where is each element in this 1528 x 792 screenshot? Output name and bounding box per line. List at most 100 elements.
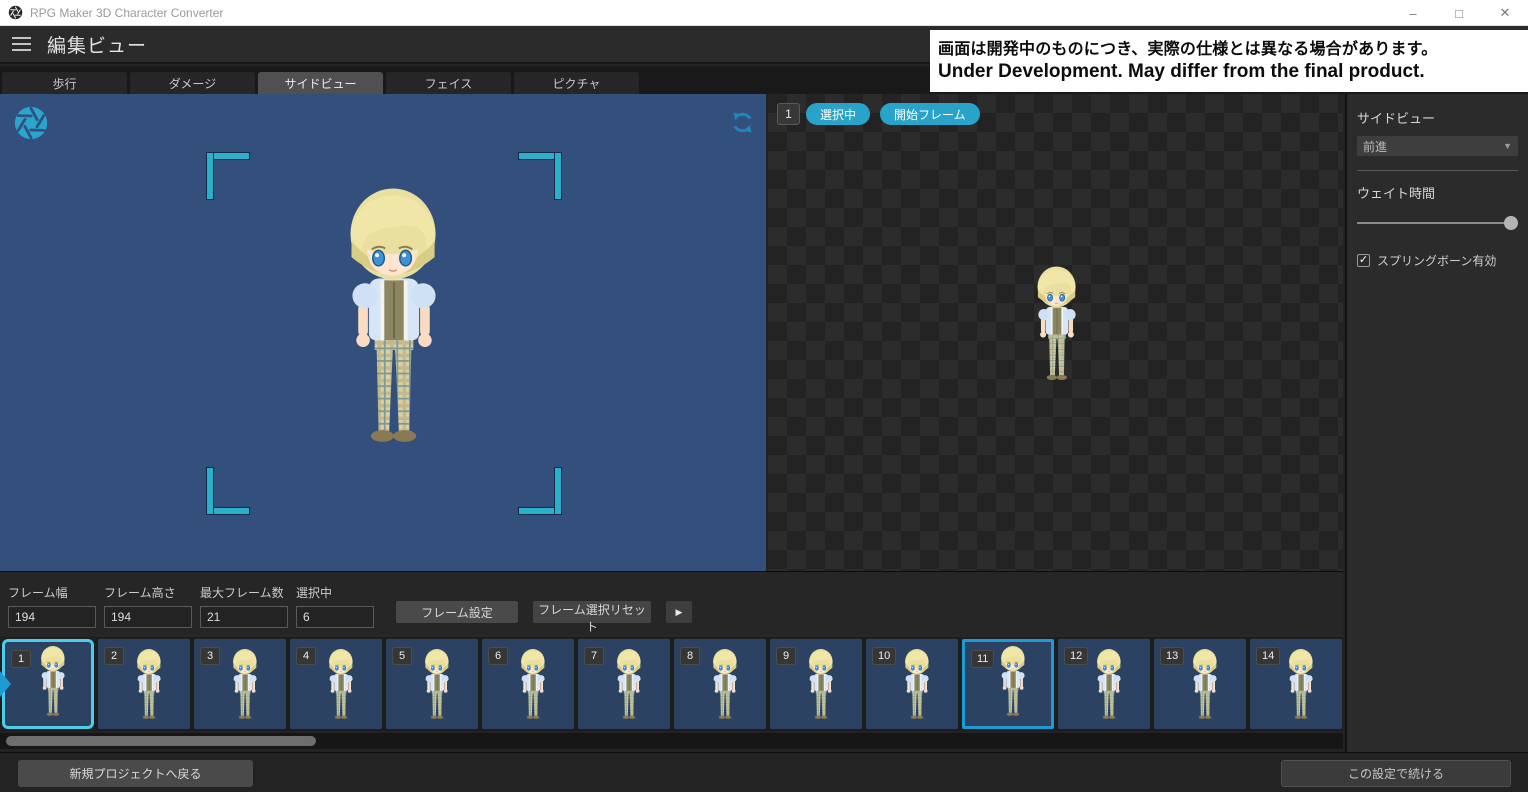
window-title: RPG Maker 3D Character Converter bbox=[30, 6, 223, 20]
frame-number-badge: 2 bbox=[104, 647, 124, 665]
spring-bone-row: ✓ スプリングボーン有効 bbox=[1357, 252, 1518, 269]
frame-tile[interactable]: 1 bbox=[2, 639, 94, 729]
frame-number-badge: 1 bbox=[11, 650, 31, 668]
frame-number-badge: 4 bbox=[296, 647, 316, 665]
frame-tile[interactable]: 3 bbox=[194, 639, 286, 729]
max-frames-field: 最大フレーム数 bbox=[200, 584, 288, 628]
tab-picture[interactable]: ピクチャ bbox=[514, 72, 639, 94]
frame-width-input[interactable] bbox=[8, 606, 96, 628]
filmstrip-scrollbar[interactable] bbox=[0, 733, 1343, 749]
start-frame-button[interactable]: 開始フレーム bbox=[880, 103, 980, 125]
aperture-icon[interactable] bbox=[12, 104, 50, 142]
crop-corner-top-left[interactable] bbox=[206, 152, 250, 200]
frame-selection-reset-button[interactable]: フレーム選択リセット bbox=[533, 601, 651, 623]
frame-number-badge: 5 bbox=[392, 647, 412, 665]
frame-number-badge: 10 bbox=[872, 647, 896, 665]
slider-handle[interactable] bbox=[1504, 216, 1518, 230]
frame-thumbnail-character bbox=[37, 642, 69, 722]
frame-thumbnail-character bbox=[1189, 645, 1221, 725]
frame-tile[interactable]: 11 bbox=[962, 639, 1054, 729]
frame-thumbnail-character bbox=[901, 645, 933, 725]
crop-corner-bottom-left[interactable] bbox=[206, 467, 250, 515]
app-window: RPG Maker 3D Character Converter – □ ✕ 編… bbox=[0, 0, 1528, 792]
frame-tile[interactable]: 6 bbox=[482, 639, 574, 729]
continue-with-settings-button[interactable]: この設定で続ける bbox=[1281, 760, 1511, 787]
frame-number-badge: 14 bbox=[1256, 647, 1280, 665]
spring-bone-label: スプリングボーン有効 bbox=[1377, 252, 1496, 269]
chevron-down-icon: ▼ bbox=[1503, 141, 1512, 151]
frame-thumbnail-character bbox=[1093, 645, 1125, 725]
menu-icon[interactable] bbox=[12, 37, 31, 51]
frame-thumbnail-character bbox=[517, 645, 549, 725]
selected-count-field: 選択中 bbox=[296, 584, 374, 628]
frame-number-badge: 8 bbox=[680, 647, 700, 665]
frame-settings-button[interactable]: フレーム設定 bbox=[396, 601, 518, 623]
wait-time-slider[interactable] bbox=[1357, 216, 1518, 230]
direction-value: 前進 bbox=[1363, 138, 1503, 155]
tab-face[interactable]: フェイス bbox=[386, 72, 511, 94]
frame-number-badge: 13 bbox=[1160, 647, 1184, 665]
frame-tile[interactable]: 10 bbox=[866, 639, 958, 729]
frame-number-badge: 12 bbox=[1064, 647, 1088, 665]
frame-height-input[interactable] bbox=[104, 606, 192, 628]
frame-height-label: フレーム高さ bbox=[104, 584, 192, 601]
frame-height-field: フレーム高さ bbox=[104, 584, 192, 628]
frame-tile[interactable]: 5 bbox=[386, 639, 478, 729]
title-bar: RPG Maker 3D Character Converter – □ ✕ bbox=[0, 0, 1528, 26]
back-to-new-project-button[interactable]: 新規プロジェクトへ戻る bbox=[18, 760, 253, 787]
current-frame-badge: 1 bbox=[777, 103, 800, 125]
frame-thumbnail-character bbox=[613, 645, 645, 725]
development-disclaimer: 画面は開発中のものにつき、実際の仕様とは異なる場合があります。 Under De… bbox=[930, 30, 1528, 92]
spring-bone-checkbox[interactable]: ✓ bbox=[1357, 254, 1370, 267]
direction-dropdown[interactable]: 前進 ▼ bbox=[1357, 136, 1518, 156]
minimize-button[interactable]: – bbox=[1390, 0, 1436, 26]
frame-number-badge: 3 bbox=[200, 647, 220, 665]
crop-corner-bottom-right[interactable] bbox=[518, 467, 562, 515]
frame-tile[interactable]: 4 bbox=[290, 639, 382, 729]
selected-state-button[interactable]: 選択中 bbox=[806, 103, 870, 125]
max-frames-input[interactable] bbox=[200, 606, 288, 628]
frame-number-badge: 6 bbox=[488, 647, 508, 665]
rotate-view-icon[interactable] bbox=[730, 110, 755, 135]
frame-tile[interactable]: 12 bbox=[1058, 639, 1150, 729]
page-title: 編集ビュー bbox=[47, 31, 147, 58]
window-controls: – □ ✕ bbox=[1390, 0, 1528, 26]
character-viewport[interactable] bbox=[0, 94, 766, 571]
frame-tile[interactable]: 7 bbox=[578, 639, 670, 729]
app-logo-icon bbox=[8, 5, 23, 20]
filmstrip: 1 2 3 4 5 bbox=[0, 637, 1343, 731]
frame-tile[interactable]: 2 bbox=[98, 639, 190, 729]
max-frames-label: 最大フレーム数 bbox=[200, 584, 288, 601]
tab-damage[interactable]: ダメージ bbox=[130, 72, 255, 94]
frame-thumbnail-character bbox=[997, 642, 1029, 722]
frame-controls-bar: フレーム幅 フレーム高さ 最大フレーム数 選択中 フレーム設定 フレーム選択リセ… bbox=[0, 571, 1343, 637]
frame-thumbnail-character bbox=[133, 645, 165, 725]
frame-tile[interactable]: 9 bbox=[770, 639, 862, 729]
frame-thumbnail-character bbox=[1285, 645, 1317, 725]
frame-tile[interactable]: 8 bbox=[674, 639, 766, 729]
frame-number-badge: 7 bbox=[584, 647, 604, 665]
play-button[interactable]: ▶ bbox=[666, 601, 692, 623]
frame-thumbnail-character bbox=[421, 645, 453, 725]
crop-corner-top-right[interactable] bbox=[518, 152, 562, 200]
maximize-button[interactable]: □ bbox=[1436, 0, 1482, 26]
side-view-section-label: サイドビュー bbox=[1357, 108, 1518, 127]
frame-width-field: フレーム幅 bbox=[8, 584, 96, 628]
settings-sidebar: サイドビュー 前進 ▼ ウェイト時間 ✓ スプリングボーン有効 bbox=[1345, 94, 1528, 752]
selected-count-label: 選択中 bbox=[296, 584, 374, 601]
sprite-preview-character bbox=[1031, 260, 1083, 390]
tab-walk[interactable]: 歩行 bbox=[2, 72, 127, 94]
scrollbar-thumb[interactable] bbox=[6, 736, 316, 746]
frame-tile[interactable]: 13 bbox=[1154, 639, 1246, 729]
frame-thumbnail-character bbox=[709, 645, 741, 725]
selected-count-input[interactable] bbox=[296, 606, 374, 628]
frame-width-label: フレーム幅 bbox=[8, 584, 96, 601]
frame-number-badge: 9 bbox=[776, 647, 796, 665]
frame-tile[interactable]: 14 bbox=[1250, 639, 1342, 729]
sidebar-divider bbox=[1357, 170, 1518, 171]
disclaimer-japanese: 画面は開発中のものにつき、実際の仕様とは異なる場合があります。 bbox=[938, 35, 1520, 59]
sprite-preview-panel: 1 選択中 開始フレーム bbox=[768, 94, 1343, 571]
close-button[interactable]: ✕ bbox=[1482, 0, 1528, 26]
frame-number-badge: 11 bbox=[971, 650, 994, 668]
tab-side-view[interactable]: サイドビュー bbox=[258, 72, 383, 94]
